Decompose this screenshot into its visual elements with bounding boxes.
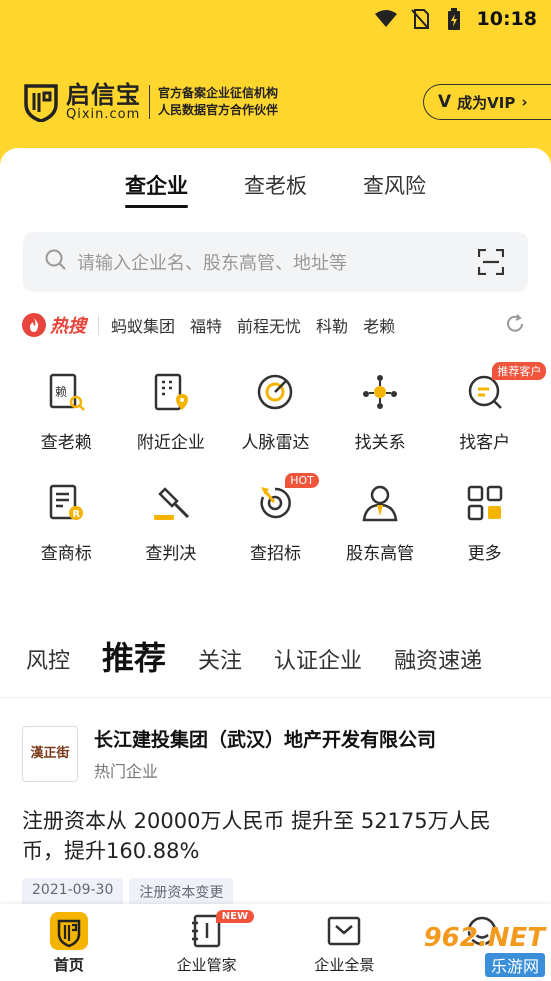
feature-grid: 赖 查老赖 附近企业 人脉雷达 找关系 推荐客户 找客户 R 查商标 查判决 H… (14, 362, 547, 564)
brand-domain: Qixin.com (66, 107, 141, 122)
hot-search-row: 热搜 蚂蚁集团 福特 前程无忧 科勒 老赖 (22, 310, 532, 340)
grid-item-more[interactable]: 更多 (432, 481, 537, 564)
hot-item[interactable]: 科勒 (316, 313, 348, 337)
search-input[interactable]: 请输入企业名、股东高管、地址等 (23, 232, 528, 292)
hot-badge: HOT (285, 473, 319, 488)
hot-search-label: 热搜 (22, 312, 86, 338)
shareholder-icon (358, 481, 402, 525)
gavel-icon (149, 481, 193, 525)
radar-icon (253, 370, 297, 414)
news-card[interactable]: 漢正街 长江建投集团（武汉）地产开发有限公司 热门企业 注册资本从 20000万… (22, 725, 532, 906)
grid-item-trademark[interactable]: R 查商标 (14, 481, 119, 564)
hot-item[interactable]: 蚂蚁集团 (111, 313, 175, 337)
svg-text:赖: 赖 (55, 385, 67, 399)
company-name[interactable]: 长江建投集团（武汉）地产开发有限公司 (94, 725, 436, 752)
brand-name: 启信宝 (66, 81, 141, 109)
news-date-tag: 2021-09-30 (22, 878, 124, 906)
nav-enterprise-panorama[interactable]: 企业全景 (276, 904, 414, 981)
feed-tabs: 风控 推荐 关注 认证企业 融资速递 (0, 628, 551, 698)
grid-item-judgment[interactable]: 查判决 (119, 481, 224, 564)
tab-search-risk[interactable]: 查风险 (363, 170, 426, 206)
clock: 10:18 (476, 8, 537, 30)
wifi-icon (374, 9, 397, 29)
news-body: 注册资本从 20000万人民币 提升至 52175万人民币，提升160.88% (22, 809, 491, 863)
grid-item-find-customer[interactable]: 推荐客户 找客户 (432, 362, 547, 453)
brand: 启信宝 Qixin.com 官方备案企业征信机构 人民数据官方合作伙伴 (22, 81, 279, 123)
tab-recommend[interactable]: 推荐 (102, 633, 166, 679)
no-sim-icon (409, 9, 431, 29)
flame-icon (22, 313, 46, 337)
vip-label: 成为VIP (457, 93, 516, 112)
hot-item[interactable]: 前程无忧 (237, 313, 301, 337)
debtor-icon: 赖 (44, 370, 88, 414)
brand-divider (149, 85, 150, 119)
grid-item-bidding[interactable]: HOT 查招标 (223, 473, 328, 564)
tab-risk-control[interactable]: 风控 (26, 643, 70, 675)
news-type-tag: 注册资本变更 (129, 878, 234, 906)
tab-certified[interactable]: 认证企业 (274, 643, 362, 675)
tab-financing[interactable]: 融资速递 (394, 643, 482, 675)
battery-charging-icon (443, 8, 465, 30)
status-bar: 10:18 (0, 0, 551, 38)
svg-text:R: R (73, 509, 81, 520)
grid-item-radar[interactable]: 人脉雷达 (223, 370, 328, 453)
search-placeholder: 请输入企业名、股东高管、地址等 (77, 253, 347, 274)
refresh-icon[interactable] (504, 313, 526, 335)
panorama-icon (325, 912, 363, 950)
company-category: 热门企业 (94, 762, 159, 781)
scan-icon[interactable] (477, 248, 505, 276)
become-vip-button[interactable]: V 成为VIP › (423, 84, 551, 120)
grid-item-relationship[interactable]: 找关系 (328, 370, 433, 453)
relationship-icon (358, 370, 402, 414)
tab-follow[interactable]: 关注 (198, 643, 242, 675)
hot-item[interactable]: 老赖 (363, 313, 395, 337)
grid-item-debtor[interactable]: 赖 查老赖 (14, 370, 119, 453)
hot-item[interactable]: 福特 (190, 313, 222, 337)
trademark-icon: R (44, 481, 88, 525)
nearby-company-icon (149, 370, 193, 414)
recommend-customer-badge: 推荐客户 (492, 362, 547, 380)
nav-enterprise-manager[interactable]: NEW 企业管家 (138, 904, 276, 981)
site-watermark: 962.NET 乐游网 (423, 923, 545, 977)
search-icon (45, 249, 67, 275)
more-grid-icon (463, 481, 507, 525)
new-badge: NEW (215, 910, 254, 923)
qixin-logo-icon (22, 82, 60, 123)
tab-search-company[interactable]: 查企业 (125, 170, 188, 208)
grid-item-nearby[interactable]: 附近企业 (119, 370, 224, 453)
hot-divider (98, 315, 99, 335)
home-icon (49, 912, 88, 950)
grid-item-shareholder[interactable]: 股东高管 (328, 481, 433, 564)
vip-v-icon: V (438, 92, 452, 112)
brand-desc-line2: 人民数据官方合作伙伴 (158, 103, 279, 117)
tab-search-boss[interactable]: 查老板 (244, 170, 307, 206)
company-logo: 漢正街 (22, 725, 78, 782)
brand-desc-line1: 官方备案企业征信机构 (158, 86, 279, 100)
chevron-right-icon: › (521, 93, 528, 111)
search-tabs: 查企业 查老板 查风险 (0, 170, 551, 208)
nav-home[interactable]: 首页 (0, 904, 138, 981)
